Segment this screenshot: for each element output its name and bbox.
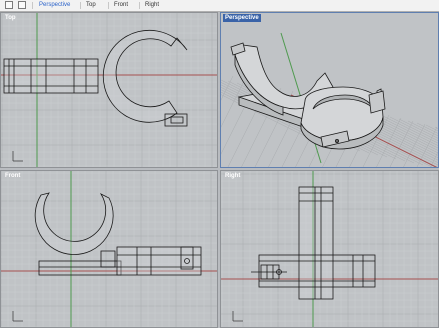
tab-perspective[interactable]: Perspective xyxy=(37,1,72,10)
view-axis-gizmo xyxy=(12,311,23,322)
front-view-canvas[interactable] xyxy=(1,171,218,328)
view-axis-gizmo xyxy=(12,151,23,162)
viewport-front[interactable]: Front xyxy=(0,170,218,328)
tab-right[interactable]: Right xyxy=(143,1,161,10)
right-view-model[interactable] xyxy=(251,186,376,300)
tab-front[interactable]: Front xyxy=(112,1,130,10)
viewport-title: Top xyxy=(5,15,16,21)
viewport-layout-icon[interactable] xyxy=(5,1,13,9)
tab-top[interactable]: Top xyxy=(84,1,98,10)
tab-divider xyxy=(32,2,33,9)
viewport-tab-bar: Perspective Top Front Right xyxy=(0,0,439,12)
tab-divider xyxy=(139,2,140,9)
view-axis-gizmo xyxy=(232,311,243,322)
top-view-model[interactable] xyxy=(3,29,188,127)
viewport-menu-icon[interactable] xyxy=(18,1,26,9)
perspective-view-canvas[interactable] xyxy=(221,13,439,168)
viewport-title: Perspective xyxy=(223,14,261,22)
viewport-title: Right xyxy=(225,173,241,179)
viewport-title: Front xyxy=(5,173,21,179)
viewport-top[interactable]: Top xyxy=(0,12,218,168)
perspective-model[interactable] xyxy=(230,42,386,150)
viewport-perspective[interactable]: Perspective xyxy=(220,12,439,168)
viewport-right[interactable]: Right xyxy=(220,170,439,328)
tab-divider xyxy=(80,2,81,9)
top-view-canvas[interactable] xyxy=(1,13,218,168)
tab-divider xyxy=(108,2,109,9)
right-view-canvas[interactable] xyxy=(221,171,439,328)
